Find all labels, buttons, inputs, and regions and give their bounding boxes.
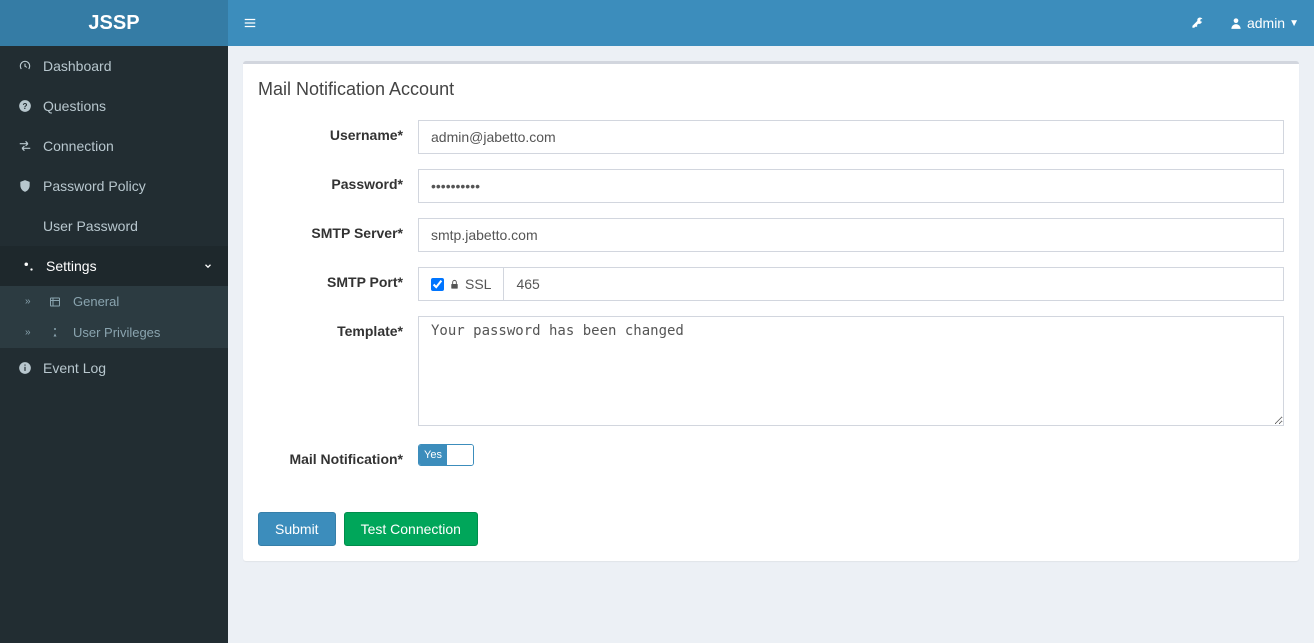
- user-menu[interactable]: admin ▼: [1229, 15, 1299, 31]
- asterisk-icon: [15, 219, 35, 233]
- chevron-down-icon: [203, 261, 213, 271]
- accessibility-icon: [49, 327, 65, 339]
- sidebar-item-label: Connection: [43, 138, 114, 154]
- sidebar-item-label: Dashboard: [43, 58, 112, 74]
- label-template: Template*: [258, 316, 418, 339]
- submit-button[interactable]: Submit: [258, 512, 336, 546]
- sidebar-nav: Dashboard ? Questions Connection Passwor…: [0, 46, 228, 388]
- sidebar-subitem-general[interactable]: » General: [0, 286, 228, 317]
- cogs-icon: [18, 259, 38, 273]
- toggle-on-label: Yes: [419, 445, 447, 465]
- sidebar-item-label: Settings: [46, 258, 97, 274]
- content: Mail Notification Account Username* Pass…: [228, 46, 1314, 576]
- sidebar-item-label: User Password: [43, 218, 138, 234]
- smtp-port-input[interactable]: [503, 267, 1284, 301]
- username-input[interactable]: [418, 120, 1284, 154]
- list-icon: [49, 296, 65, 308]
- smtp-server-input[interactable]: [418, 218, 1284, 252]
- topbar: admin ▼: [228, 0, 1314, 46]
- label-username: Username*: [258, 120, 418, 143]
- dashboard-icon: [15, 59, 35, 73]
- sidebar-item-questions[interactable]: ? Questions: [0, 86, 228, 126]
- label-mail-notification: Mail Notification*: [258, 444, 418, 467]
- sidebar-item-label: Event Log: [43, 360, 106, 376]
- ssl-label: SSL: [465, 276, 491, 292]
- main-area: admin ▼ Mail Notification Account Userna…: [228, 0, 1314, 643]
- sidebar-item-event-log[interactable]: Event Log: [0, 348, 228, 388]
- mail-notification-toggle[interactable]: Yes: [418, 444, 474, 466]
- password-input[interactable]: [418, 169, 1284, 203]
- shield-icon: [15, 179, 35, 193]
- sidebar-item-connection[interactable]: Connection: [0, 126, 228, 166]
- label-smtp-server: SMTP Server*: [258, 218, 418, 241]
- angle-right-icon: »: [25, 296, 39, 307]
- user-icon: [1229, 16, 1243, 30]
- template-textarea[interactable]: [418, 316, 1284, 426]
- test-connection-button[interactable]: Test Connection: [344, 512, 478, 546]
- lock-icon: [449, 279, 460, 290]
- info-icon: [15, 361, 35, 375]
- toggle-handle: [447, 445, 473, 465]
- sidebar-item-label: Password Policy: [43, 178, 146, 194]
- connection-icon: [15, 139, 35, 153]
- angle-right-icon: »: [25, 327, 39, 338]
- user-label: admin: [1247, 15, 1285, 31]
- brand-logo: JSSP: [0, 0, 228, 46]
- sidebar-item-dashboard[interactable]: Dashboard: [0, 46, 228, 86]
- panel-title: Mail Notification Account: [243, 64, 1299, 110]
- caret-down-icon: ▼: [1289, 18, 1299, 29]
- panel-mail-notification: Mail Notification Account Username* Pass…: [243, 61, 1299, 561]
- svg-text:?: ?: [23, 102, 28, 111]
- label-smtp-port: SMTP Port*: [258, 267, 418, 290]
- key-icon[interactable]: [1191, 15, 1207, 31]
- question-icon: ?: [15, 99, 35, 113]
- settings-submenu: » General » User Privileges: [0, 286, 228, 348]
- sidebar-subitem-user-privileges[interactable]: » User Privileges: [0, 317, 228, 348]
- sidebar-item-label: Questions: [43, 98, 106, 114]
- sidebar-item-password-policy[interactable]: Password Policy: [0, 166, 228, 206]
- label-password: Password*: [258, 169, 418, 192]
- ssl-checkbox[interactable]: [431, 278, 444, 291]
- sidebar-subitem-label: User Privileges: [73, 325, 160, 340]
- sidebar-item-user-password[interactable]: User Password: [0, 206, 228, 246]
- sidebar: JSSP Dashboard ? Questions Connection: [0, 0, 228, 643]
- sidebar-subitem-label: General: [73, 294, 119, 309]
- ssl-addon: SSL: [418, 267, 503, 301]
- hamburger-icon[interactable]: [243, 16, 257, 30]
- sidebar-item-settings[interactable]: Settings: [0, 246, 228, 286]
